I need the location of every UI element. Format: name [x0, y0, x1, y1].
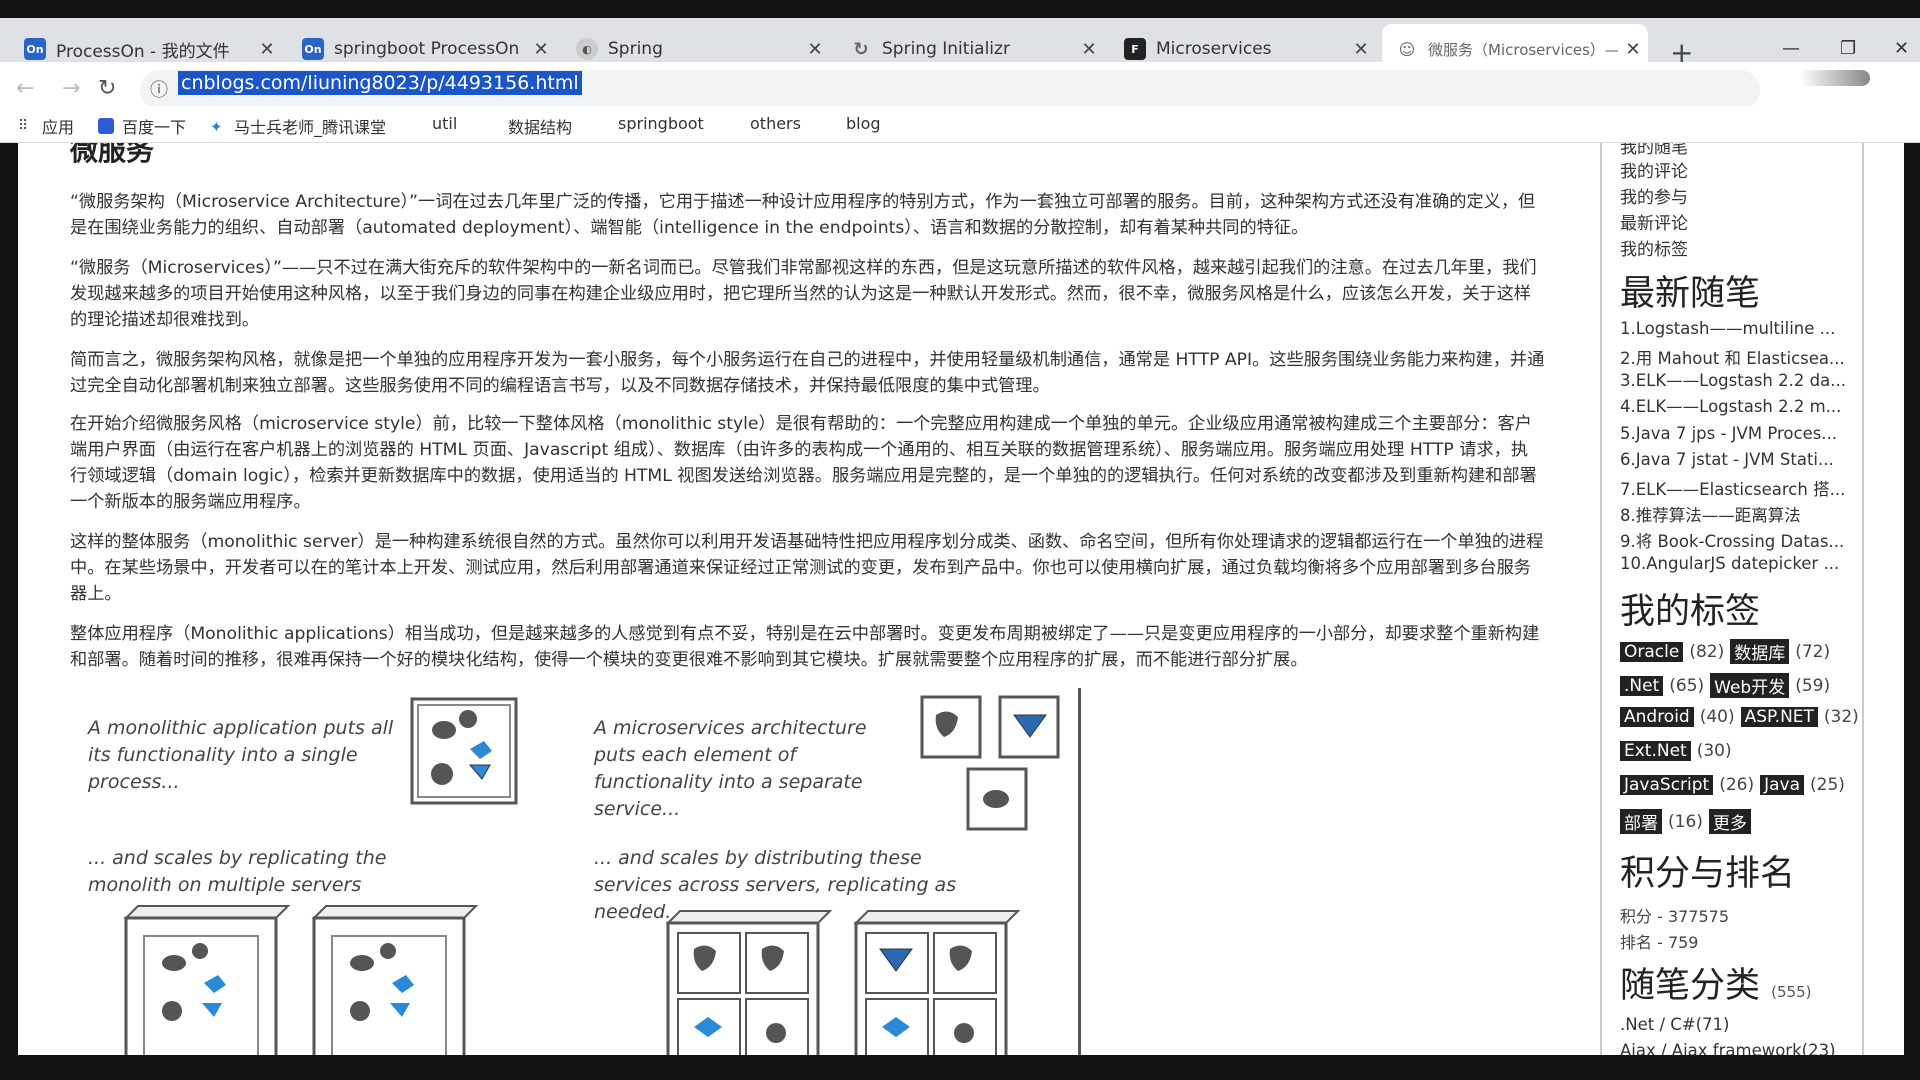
recent-posts-heading: 最新随笔: [1620, 274, 1761, 314]
tab-title: 微服务（Microservices）—: [1428, 40, 1618, 59]
sidebar-divider: [1862, 143, 1864, 1055]
tag-row: Oracle (82) 数据库 (72): [1620, 639, 1830, 664]
tag-row: 部署 (16) 更多: [1620, 809, 1751, 834]
tag-link[interactable]: 部署: [1620, 809, 1662, 834]
microservice-server-1: [665, 910, 833, 1055]
rank-value: 排名 - 759: [1620, 933, 1699, 952]
recent-post-link[interactable]: 1.Logstash——multiline ...: [1620, 319, 1835, 338]
bookmark-blog[interactable]: blog: [846, 114, 881, 133]
tag-link[interactable]: 数据库: [1730, 639, 1790, 664]
bookmark-others[interactable]: others: [750, 114, 801, 133]
bookmarks-bar: ⠿ 应用 百度一下 ✦ 马士兵老师_腾讯课堂 util 数据结构 springb…: [0, 106, 1920, 143]
monolith-server-1: [123, 905, 291, 1055]
tab-title: Spring: [608, 39, 663, 59]
page-content: 微服务 “微服务架构（Microservice Architecture）”一词…: [18, 143, 1904, 1055]
tags-heading: 我的标签: [1620, 592, 1761, 632]
tag-link[interactable]: Web开发: [1710, 673, 1790, 698]
close-icon[interactable]: ✕: [526, 39, 556, 60]
score-value: 积分 - 377575: [1620, 907, 1730, 926]
category-count: (555): [1771, 983, 1812, 1001]
recent-post-link[interactable]: 9.将 Book-Crossing Datas...: [1620, 528, 1844, 552]
close-icon[interactable]: ✕: [800, 39, 830, 60]
spring-icon: ◐: [576, 38, 598, 60]
forward-icon[interactable]: →: [62, 76, 80, 101]
baidu-icon: [98, 118, 114, 134]
category-link[interactable]: Ajax / Ajax framework(23): [1620, 1041, 1836, 1055]
restore-icon[interactable]: ❐: [1840, 38, 1856, 59]
tag-link[interactable]: Ext.Net: [1620, 741, 1691, 761]
recent-post-link[interactable]: 4.ELK——Logstash 2.2 m...: [1620, 397, 1841, 416]
f-logo-icon: F: [1124, 38, 1146, 60]
microservice-server-2: [853, 910, 1021, 1055]
monolith-process-box: [410, 697, 518, 805]
close-window-icon[interactable]: ✕: [1894, 38, 1909, 59]
minimize-icon[interactable]: —: [1782, 38, 1800, 59]
tag-row: .Net (65) Web开发 (59): [1620, 673, 1830, 698]
tab-title: Spring Initializr: [882, 39, 1010, 59]
close-icon[interactable]: ✕: [252, 39, 282, 60]
tag-link[interactable]: .Net: [1620, 675, 1664, 696]
tab-title: ProcessOn - 我的文件: [56, 41, 230, 62]
tag-link[interactable]: Oracle: [1620, 641, 1684, 662]
monolith-diagram: [123, 695, 1060, 1055]
sidebar-link-my-comments[interactable]: 我的评论: [1620, 157, 1688, 182]
close-icon[interactable]: ✕: [1346, 39, 1376, 60]
categories-heading: 随笔分类 (555): [1620, 966, 1812, 1006]
tag-link[interactable]: Java: [1760, 775, 1805, 795]
more-tags-link[interactable]: 更多: [1708, 809, 1751, 834]
recent-post-link[interactable]: 5.Java 7 jps - JVM Proces...: [1620, 424, 1837, 443]
bookmark-data-structures[interactable]: 数据结构: [508, 114, 572, 138]
sidebar-link-my-posts[interactable]: 我的随笔: [1620, 143, 1688, 158]
tag-link[interactable]: JavaScript: [1620, 775, 1714, 795]
microservice-box: [920, 695, 982, 759]
user-icon: ☺: [1398, 39, 1416, 59]
tencent-class-icon: ✦: [210, 118, 223, 136]
category-link[interactable]: .Net / C#(71): [1620, 1015, 1729, 1034]
extension-icon[interactable]: [1800, 70, 1870, 86]
recent-post-link[interactable]: 10.AngularJS datepicker ...: [1620, 554, 1839, 573]
sidebar-link-my-tags[interactable]: 我的标签: [1620, 235, 1688, 260]
tag-row: Ext.Net (30): [1620, 741, 1732, 761]
processon-icon: On: [302, 38, 324, 60]
close-icon[interactable]: ✕: [1074, 39, 1104, 60]
apps-grid-icon: ⠿: [18, 118, 29, 134]
recent-post-link[interactable]: 2.用 Mahout 和 Elasticsea...: [1620, 345, 1845, 369]
tag-row: Android (40) ASP.NET (32): [1620, 707, 1859, 727]
reload-icon[interactable]: ↻: [98, 76, 116, 101]
browser-window: On ProcessOn - 我的文件 ✕ On springboot Proc…: [0, 0, 1920, 1080]
score-heading: 积分与排名: [1620, 854, 1796, 894]
tag-link[interactable]: Android: [1620, 707, 1694, 727]
sidebar: 我的随笔 我的评论 我的参与 最新评论 我的标签 最新随笔 1.Logstash…: [1600, 143, 1904, 1055]
tab-title: springboot ProcessOn Mi: [334, 39, 526, 59]
close-icon[interactable]: ✕: [1618, 39, 1648, 60]
tag-row: JavaScript (26) Java (25): [1620, 775, 1845, 795]
tag-link[interactable]: ASP.NET: [1740, 707, 1818, 727]
bookmark-util[interactable]: util: [432, 114, 457, 133]
processon-icon: On: [24, 38, 46, 60]
bookmark-apps[interactable]: ⠿ 应用: [18, 114, 74, 138]
bookmark-mashibing[interactable]: ✦ 马士兵老师_腾讯课堂: [210, 114, 386, 138]
info-icon[interactable]: ⓘ: [150, 76, 168, 102]
tab-title: Microservices: [1156, 39, 1272, 59]
refresh-icon: ↻: [853, 38, 869, 60]
recent-post-link[interactable]: 6.Java 7 jstat - JVM Stati...: [1620, 450, 1834, 469]
bookmark-springboot[interactable]: springboot: [618, 114, 704, 133]
microservice-box: [966, 767, 1028, 831]
taskbar: [0, 1057, 1920, 1080]
url-text[interactable]: cnblogs.com/liuning8023/p/4493156.html: [178, 71, 582, 95]
recent-post-link[interactable]: 7.ELK——Elasticsearch 搭...: [1620, 476, 1845, 500]
back-icon[interactable]: ←: [16, 76, 34, 101]
microservice-box: [998, 695, 1060, 759]
recent-post-link[interactable]: 3.ELK——Logstash 2.2 da...: [1620, 371, 1846, 390]
sidebar-link-latest-comments[interactable]: 最新评论: [1620, 209, 1688, 234]
bookmark-baidu[interactable]: 百度一下: [98, 114, 186, 138]
recent-post-link[interactable]: 8.推荐算法——距离算法: [1620, 502, 1801, 526]
sidebar-link-my-participation[interactable]: 我的参与: [1620, 183, 1688, 208]
monolith-server-2: [311, 905, 479, 1055]
